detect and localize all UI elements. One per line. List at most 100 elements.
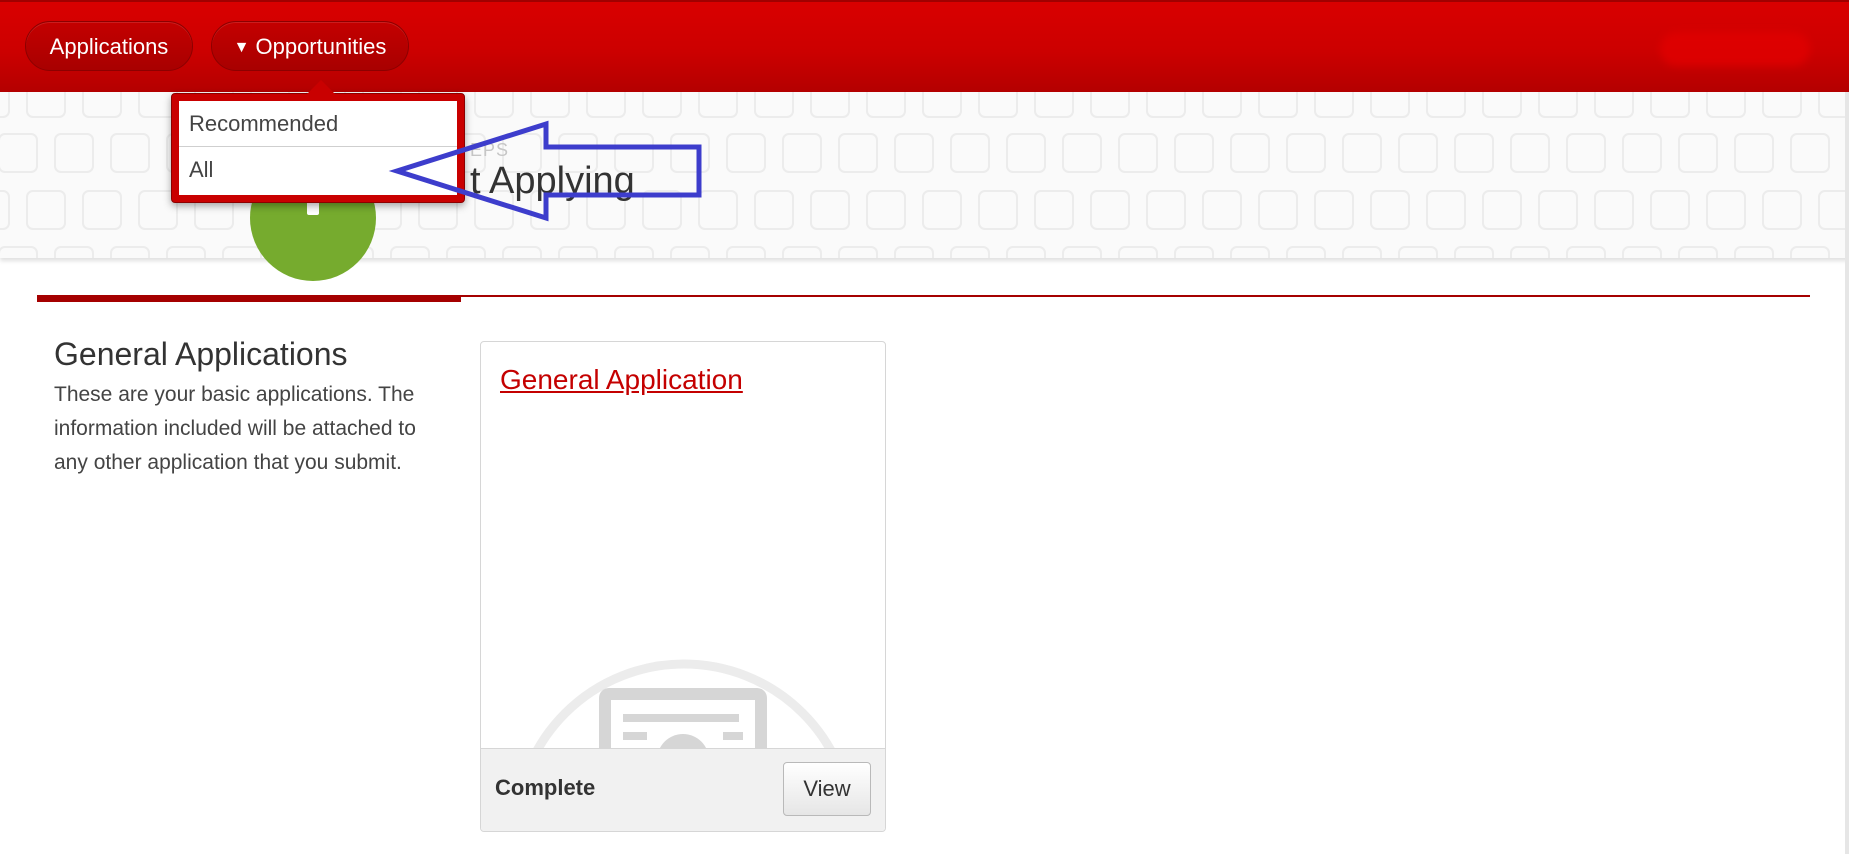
background-tile: [782, 246, 822, 258]
background-tile: [1762, 190, 1802, 230]
opportunities-nav-button[interactable]: ▼ Opportunities: [211, 21, 409, 71]
section-description: These are your basic applications. The i…: [54, 383, 416, 474]
background-tile: [1510, 246, 1550, 258]
background-tile: [1566, 246, 1606, 258]
background-tile: [1062, 246, 1102, 258]
application-card: General Application Complete View: [480, 341, 886, 832]
background-tile: [1594, 92, 1634, 118]
background-tile: [1202, 92, 1242, 118]
top-navigation-bar: Applications ▼ Opportunities: [0, 0, 1849, 92]
background-tile: [1454, 133, 1494, 173]
background-tile: [0, 133, 38, 173]
background-tile: [26, 92, 66, 118]
background-tile: [922, 190, 962, 230]
background-tile: [1314, 190, 1354, 230]
background-tile: [1034, 92, 1074, 118]
background-tile: [1118, 246, 1158, 258]
background-tile: [1146, 190, 1186, 230]
card-footer: Complete View: [481, 748, 885, 831]
applications-nav-button[interactable]: Applications: [25, 21, 193, 71]
background-tile: [1734, 246, 1774, 258]
background-tile: [754, 190, 794, 230]
background-tile: [1202, 190, 1242, 230]
background-tile: [502, 246, 542, 258]
background-tile: [1734, 133, 1774, 173]
user-menu-redacted: [1660, 32, 1810, 66]
background-tile: [166, 246, 206, 258]
background-tile: [1790, 133, 1830, 173]
view-button[interactable]: View: [783, 762, 871, 816]
background-tile: [754, 92, 794, 118]
background-tile: [1258, 190, 1298, 230]
background-tile: [1706, 92, 1746, 118]
background-tile: [1398, 133, 1438, 173]
background-tile: [110, 133, 150, 173]
background-tile: [1678, 246, 1718, 258]
background-tile: [614, 246, 654, 258]
background-tile: [1622, 246, 1662, 258]
background-tile: [1174, 133, 1214, 173]
background-tile: [810, 92, 850, 118]
background-tile: [922, 92, 962, 118]
background-tile: [0, 246, 38, 258]
background-tile: [1594, 190, 1634, 230]
background-tile: [782, 133, 822, 173]
background-tile: [1538, 190, 1578, 230]
background-tile: [1566, 133, 1606, 173]
background-tile: [1370, 190, 1410, 230]
background-tile: [1062, 133, 1102, 173]
background-tile: [1006, 246, 1046, 258]
background-tile: [1538, 92, 1578, 118]
background-tile: [222, 246, 262, 258]
background-tile: [0, 190, 10, 230]
background-tile: [1118, 133, 1158, 173]
background-tile: [866, 190, 906, 230]
background-tile: [558, 246, 598, 258]
background-tile: [950, 246, 990, 258]
background-tile: [1230, 133, 1270, 173]
background-tile: [1650, 190, 1690, 230]
background-tile: [1006, 133, 1046, 173]
background-tile: [1426, 190, 1466, 230]
section-divider-accent: [37, 296, 461, 302]
background-tile: [54, 133, 94, 173]
background-tile: [978, 190, 1018, 230]
background-tile: [1258, 92, 1298, 118]
background-tile: [1678, 133, 1718, 173]
background-tile: [838, 246, 878, 258]
background-tile: [1342, 246, 1382, 258]
background-tile: [978, 92, 1018, 118]
caret-down-icon: ▼: [233, 39, 250, 56]
background-tile: [1146, 92, 1186, 118]
background-tile: [1370, 92, 1410, 118]
background-tile: [26, 190, 66, 230]
annotation-arrow-icon: [388, 120, 702, 222]
background-tile: [838, 133, 878, 173]
applications-nav-label: Applications: [49, 34, 169, 59]
opportunities-nav-label: Opportunities: [255, 34, 387, 59]
background-tile: [1090, 190, 1130, 230]
background-tile: [810, 190, 850, 230]
application-status: Complete: [495, 775, 596, 800]
background-tile: [950, 133, 990, 173]
background-tile: [1342, 133, 1382, 173]
background-tile: [1482, 92, 1522, 118]
background-tile: [0, 92, 10, 118]
background-tile: [866, 92, 906, 118]
general-application-link[interactable]: General Application: [500, 364, 743, 396]
background-tile: [1426, 92, 1466, 118]
background-tile: [1286, 246, 1326, 258]
background-tile: [390, 246, 430, 258]
background-tile: [1762, 92, 1802, 118]
background-tile: [1622, 133, 1662, 173]
background-tile: [54, 246, 94, 258]
background-tile: [1650, 92, 1690, 118]
background-tile: [82, 190, 122, 230]
background-tile: [1230, 246, 1270, 258]
background-tile: [1398, 246, 1438, 258]
background-tile: [894, 133, 934, 173]
background-tile: [726, 246, 766, 258]
background-tile: [110, 246, 150, 258]
page-edge-shadow: [1845, 92, 1849, 854]
background-tile: [894, 246, 934, 258]
